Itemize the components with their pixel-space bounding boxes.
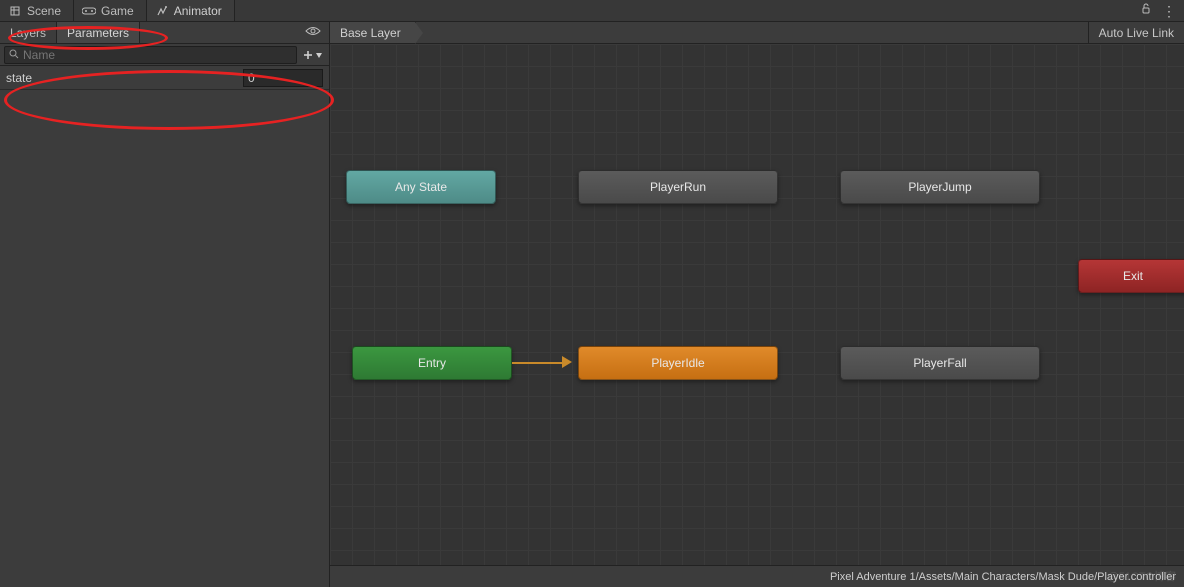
scene-icon xyxy=(8,5,22,17)
parameters-panel: Layers Parameters state xyxy=(0,22,330,587)
tab-animator-label: Animator xyxy=(174,4,222,18)
breadcrumb-base-layer[interactable]: Base Layer xyxy=(330,22,416,43)
add-parameter-button[interactable] xyxy=(301,46,325,64)
animator-icon xyxy=(155,5,169,17)
tab-scene[interactable]: Scene xyxy=(0,0,74,21)
transition-entry-to-idle[interactable] xyxy=(512,362,564,364)
node-player-jump[interactable]: PlayerJump xyxy=(840,170,1040,204)
subtab-parameters[interactable]: Parameters xyxy=(57,22,140,43)
parameter-row-state[interactable]: state xyxy=(0,66,329,90)
game-icon xyxy=(82,6,96,16)
node-player-idle[interactable]: PlayerIdle xyxy=(578,346,778,380)
node-player-run[interactable]: PlayerRun xyxy=(578,170,778,204)
status-bar: Pixel Adventure 1/Assets/Main Characters… xyxy=(330,565,1184,587)
node-player-fall[interactable]: PlayerFall xyxy=(840,346,1040,380)
subtab-layers[interactable]: Layers xyxy=(0,22,57,43)
parameter-value-input[interactable] xyxy=(243,69,323,87)
transition-arrowhead xyxy=(562,356,572,368)
auto-live-link-toggle[interactable]: Auto Live Link xyxy=(1088,22,1184,43)
state-machine-graph[interactable]: Any State PlayerRun PlayerJump Exit Entr… xyxy=(330,44,1184,565)
asset-path: Pixel Adventure 1/Assets/Main Characters… xyxy=(830,571,1176,583)
animator-canvas: Base Layer Auto Live Link Any State Play… xyxy=(330,22,1184,587)
kebab-menu-icon[interactable]: ⋮ xyxy=(1162,4,1176,18)
lock-icon[interactable] xyxy=(1140,3,1152,18)
node-entry[interactable]: Entry xyxy=(352,346,512,380)
tab-animator[interactable]: Animator xyxy=(147,0,235,21)
parameter-search-input[interactable] xyxy=(23,48,292,62)
node-exit[interactable]: Exit xyxy=(1078,259,1184,293)
visibility-icon[interactable] xyxy=(303,25,323,40)
tab-game[interactable]: Game xyxy=(74,0,147,21)
tab-scene-label: Scene xyxy=(27,4,61,18)
node-any-state[interactable]: Any State xyxy=(346,170,496,204)
parameter-search[interactable] xyxy=(4,46,297,64)
window-tabs: Scene Game Animator ⋮ xyxy=(0,0,1184,22)
search-icon xyxy=(9,48,19,62)
parameter-name: state xyxy=(6,71,237,85)
tab-game-label: Game xyxy=(101,4,134,18)
